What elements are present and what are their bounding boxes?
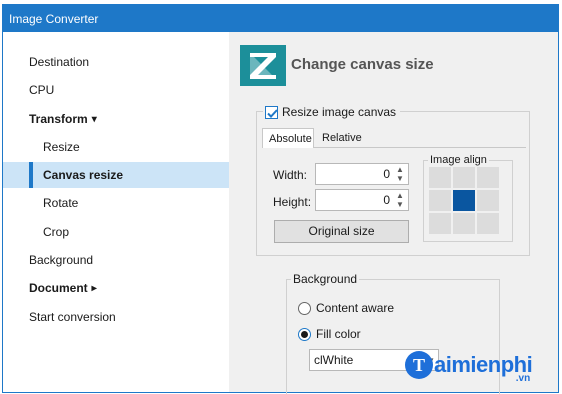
sidebar-item-label: Transform xyxy=(29,112,88,126)
align-top-center[interactable] xyxy=(453,167,475,188)
sidebar-item-label: Canvas resize xyxy=(43,168,124,182)
spin-arrows-icon[interactable]: ▲ ▼ xyxy=(394,191,406,209)
height-value: 0 xyxy=(383,193,390,207)
app-window: Image Converter Destination CPU Transfor… xyxy=(2,4,559,394)
sidebar-item-label: Resize xyxy=(43,140,80,154)
fill-color-radio[interactable] xyxy=(298,327,311,341)
width-label: Width: xyxy=(273,168,308,182)
title-bar[interactable]: Image Converter xyxy=(3,5,558,32)
chevron-right-icon: ▸ xyxy=(91,283,97,294)
watermark-initial: T xyxy=(405,351,433,379)
content-aware-radio[interactable] xyxy=(298,301,311,315)
sidebar-item-transform[interactable]: Transform ▾ xyxy=(3,106,229,132)
align-top-right[interactable] xyxy=(477,167,499,188)
align-bottom-right[interactable] xyxy=(477,213,499,234)
window-title: Image Converter xyxy=(9,12,99,26)
tab-relative[interactable]: Relative xyxy=(316,128,368,148)
background-label: Background xyxy=(291,272,360,286)
watermark-logo: T aimienphi .vn xyxy=(405,347,533,384)
chevron-down-icon: ▾ xyxy=(91,114,97,125)
align-top-left[interactable] xyxy=(429,167,451,188)
tab-absolute[interactable]: Absolute xyxy=(262,128,314,148)
sidebar-item-resize[interactable]: Resize xyxy=(3,134,229,160)
sidebar-item-label: Background xyxy=(29,253,94,267)
content-aware-option[interactable]: Content aware xyxy=(298,301,394,315)
sidebar-item-cpu[interactable]: CPU xyxy=(3,77,229,103)
image-align-label: Image align xyxy=(428,154,489,166)
sidebar-item-label: Crop xyxy=(43,225,70,239)
sidebar-item-label: Start conversion xyxy=(29,310,116,324)
page-title: Change canvas size xyxy=(291,56,434,73)
sidebar-item-background[interactable]: Background xyxy=(3,247,229,273)
width-spinbox[interactable]: 0 ▲ ▼ xyxy=(315,163,409,185)
resize-canvas-checkbox-row[interactable]: Resize image canvas xyxy=(263,104,401,120)
align-center[interactable] xyxy=(453,190,475,211)
sidebar-item-destination[interactable]: Destination xyxy=(3,49,229,75)
content-panel: Change canvas size Resize image canvas A… xyxy=(229,32,558,394)
align-bottom-left[interactable] xyxy=(429,213,451,234)
align-middle-right[interactable] xyxy=(477,190,499,211)
watermark-suffix: .vn xyxy=(515,373,531,384)
original-size-button[interactable]: Original size xyxy=(274,220,409,243)
align-middle-left[interactable] xyxy=(429,190,451,211)
height-spinbox[interactable]: 0 ▲ ▼ xyxy=(315,189,409,211)
sidebar-item-rotate[interactable]: Rotate xyxy=(3,190,229,216)
fill-color-label: Fill color xyxy=(316,327,361,341)
sidebar-item-label: CPU xyxy=(29,83,55,97)
image-align-grid xyxy=(429,167,504,237)
sidebar-item-start-conversion[interactable]: Start conversion xyxy=(3,304,229,330)
spin-arrows-icon[interactable]: ▲ ▼ xyxy=(394,165,406,183)
selection-indicator xyxy=(29,162,33,188)
width-value: 0 xyxy=(383,167,390,181)
canvas-size-logo-icon xyxy=(240,45,286,86)
checkmark-icon xyxy=(267,108,278,118)
align-bottom-center[interactable] xyxy=(453,213,475,234)
sidebar-item-label: Destination xyxy=(29,55,90,69)
sidebar-item-label: Rotate xyxy=(43,196,79,210)
color-value: clWhite xyxy=(314,353,354,367)
sidebar-item-crop[interactable]: Crop xyxy=(3,219,229,245)
sidebar-item-canvas-resize[interactable]: Canvas resize xyxy=(3,162,229,188)
sidebar: Destination CPU Transform ▾ Resize Canvas… xyxy=(3,32,229,392)
sidebar-item-document[interactable]: Document ▸ xyxy=(3,275,229,301)
sidebar-item-label: Document xyxy=(29,281,88,295)
fill-color-option[interactable]: Fill color xyxy=(298,327,361,341)
resize-canvas-checkbox[interactable] xyxy=(265,105,278,119)
height-label: Height: xyxy=(273,195,312,209)
resize-canvas-label: Resize image canvas xyxy=(282,105,397,119)
content-aware-label: Content aware xyxy=(316,301,395,315)
